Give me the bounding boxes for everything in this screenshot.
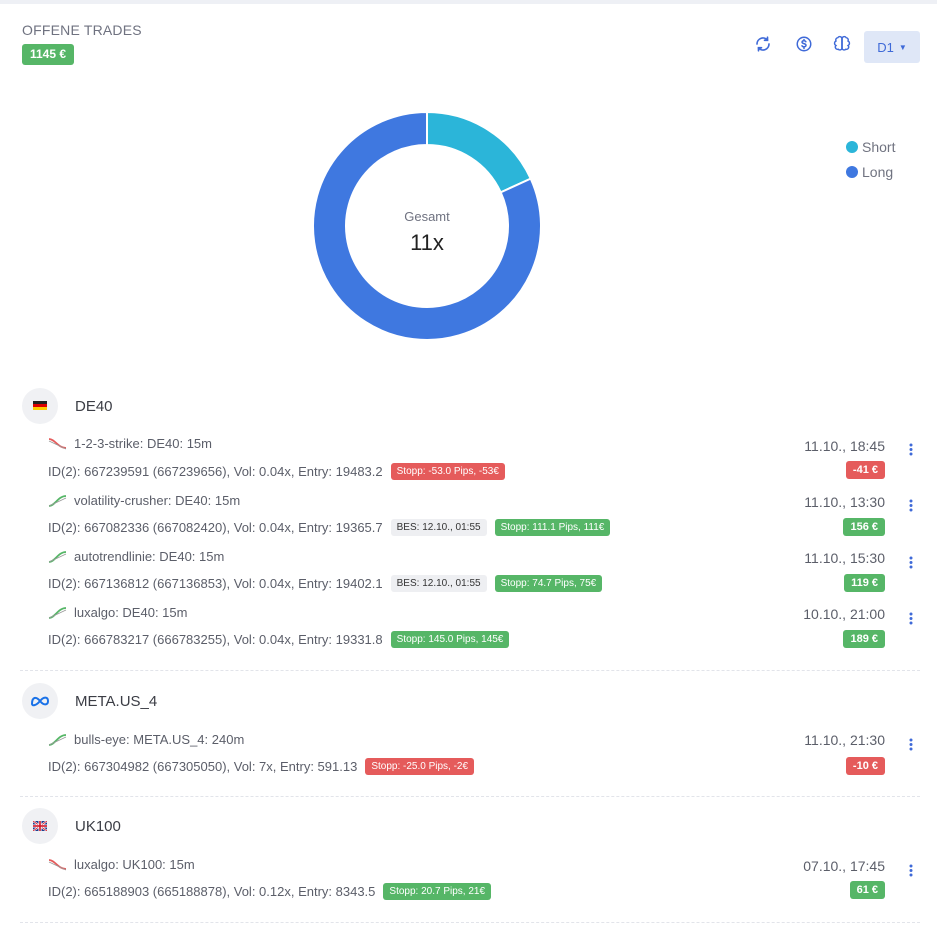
trade-name-text: luxalgo: DE40: 15m xyxy=(74,605,188,620)
more-options-icon[interactable] xyxy=(903,736,919,752)
stop-badge: Stopp: 74.7 Pips, 75€ xyxy=(494,575,603,592)
stop-badge: Stopp: 111.1 Pips, 111€ xyxy=(494,519,611,536)
trade-detail: ID(2): 667136812 (667136853), Vol: 0.04x… xyxy=(48,575,603,592)
trade-detail-text: ID(2): 667136812 (667136853), Vol: 0.04x… xyxy=(48,576,383,591)
group-divider xyxy=(20,922,920,923)
long-trend-icon xyxy=(48,551,67,563)
trade-detail: ID(2): 666783217 (666783255), Vol: 0.04x… xyxy=(48,631,510,648)
long-trend-icon xyxy=(48,734,67,746)
trade-name-text: luxalgo: UK100: 15m xyxy=(74,857,195,872)
dollar-circle-icon[interactable] xyxy=(791,31,817,57)
legend-label-short: Short xyxy=(862,138,896,155)
stop-badge: Stopp: -25.0 Pips, -2€ xyxy=(365,758,475,775)
legend-label-long: Long xyxy=(862,163,894,180)
pnl-badge: -10 € xyxy=(845,757,885,775)
timeframe-value: D1 xyxy=(877,39,894,55)
trade-time: 11.10., 21:30 xyxy=(804,732,885,748)
trade-detail-text: ID(2): 667082336 (667082420), Vol: 0.04x… xyxy=(48,520,383,535)
legend-item-long[interactable]: Long xyxy=(846,159,895,184)
trade-time: 07.10., 17:45 xyxy=(803,858,885,874)
germany-flag-icon xyxy=(22,388,58,424)
pnl-badge: -41 € xyxy=(845,461,885,479)
donut-center-label: Gesamt xyxy=(404,209,450,224)
stop-badge: Stopp: -53.0 Pips, -53€ xyxy=(390,463,505,480)
more-options-icon[interactable] xyxy=(903,441,919,457)
total-badge: 1145 € xyxy=(22,44,75,65)
pnl-badge: 61 € xyxy=(849,881,885,899)
trade-name-text: autotrendlinie: DE40: 15m xyxy=(74,549,225,564)
brain-icon[interactable] xyxy=(829,31,855,57)
more-options-icon[interactable] xyxy=(903,554,919,570)
trade-time: 10.10., 21:00 xyxy=(803,606,885,622)
uk-flag-icon xyxy=(22,808,58,844)
page-title: OFFENE TRADES xyxy=(22,22,142,38)
trade-detail: ID(2): 667304982 (667305050), Vol: 7x, E… xyxy=(48,758,475,775)
timeframe-select[interactable]: D1 ▼ xyxy=(864,31,920,63)
trade-detail-text: ID(2): 665188903 (665188878), Vol: 0.12x… xyxy=(48,884,376,899)
chart-legend: Short Long xyxy=(846,134,895,184)
chevron-down-icon: ▼ xyxy=(898,42,907,52)
group-name: UK100 xyxy=(75,818,121,835)
trade-detail-text: ID(2): 667304982 (667305050), Vol: 7x, E… xyxy=(48,759,358,774)
group-name: META.US_4 xyxy=(75,693,158,710)
trade-time: 11.10., 15:30 xyxy=(804,550,885,566)
short-trend-icon xyxy=(48,438,67,450)
donut-center-value: 11x xyxy=(410,230,444,255)
short-trend-icon xyxy=(48,859,67,871)
pnl-badge: 189 € xyxy=(843,630,885,648)
trade-name-text: 1-2-3-strike: DE40: 15m xyxy=(74,436,212,451)
trade-detail: ID(2): 667239591 (667239656), Vol: 0.04x… xyxy=(48,463,505,480)
trade-name[interactable]: bulls-eye: META.US_4: 240m xyxy=(48,732,244,747)
more-options-icon[interactable] xyxy=(903,862,919,878)
trade-name-text: volatility-crusher: DE40: 15m xyxy=(74,493,241,508)
refresh-icon[interactable] xyxy=(750,31,776,57)
legend-marker-short xyxy=(846,140,858,153)
stop-badge: Stopp: 20.7 Pips, 21€ xyxy=(383,883,492,900)
long-trend-icon xyxy=(48,495,67,507)
donut-slice-short[interactable] xyxy=(426,110,533,194)
meta-logo-icon xyxy=(22,683,58,719)
long-trend-icon xyxy=(48,607,67,619)
stop-badge: Stopp: 145.0 Pips, 145€ xyxy=(390,631,510,648)
bes-badge: BES: 12.10., 01:55 xyxy=(390,575,487,592)
more-options-icon[interactable] xyxy=(903,610,919,626)
trade-detail: ID(2): 665188903 (665188878), Vol: 0.12x… xyxy=(48,883,492,900)
open-trades-card: OFFENE TRADES 1145 € D1 ▼ Gesamt 11x Sho… xyxy=(0,4,937,934)
trade-detail-text: ID(2): 666783217 (666783255), Vol: 0.04x… xyxy=(48,632,383,647)
donut-chart xyxy=(312,110,542,341)
trade-name[interactable]: 1-2-3-strike: DE40: 15m xyxy=(48,436,212,451)
trade-name[interactable]: luxalgo: DE40: 15m xyxy=(48,605,187,620)
trade-time: 11.10., 13:30 xyxy=(804,494,885,510)
bes-badge: BES: 12.10., 01:55 xyxy=(390,519,487,536)
pnl-badge: 119 € xyxy=(844,574,885,592)
more-options-icon[interactable] xyxy=(903,497,919,513)
trade-name[interactable]: volatility-crusher: DE40: 15m xyxy=(48,493,240,508)
pnl-badge: 156 € xyxy=(843,518,885,536)
legend-item-short[interactable]: Short xyxy=(846,134,895,159)
trade-detail: ID(2): 667082336 (667082420), Vol: 0.04x… xyxy=(48,519,611,536)
trade-time: 11.10., 18:45 xyxy=(804,438,885,454)
legend-marker-long xyxy=(846,165,858,178)
trade-name[interactable]: autotrendlinie: DE40: 15m xyxy=(48,549,224,564)
trade-detail-text: ID(2): 667239591 (667239656), Vol: 0.04x… xyxy=(48,464,383,479)
trade-name-text: bulls-eye: META.US_4: 240m xyxy=(74,732,245,747)
group-divider xyxy=(20,796,920,797)
group-divider xyxy=(20,670,920,671)
trade-name[interactable]: luxalgo: UK100: 15m xyxy=(48,857,195,872)
group-name: DE40 xyxy=(75,398,113,415)
